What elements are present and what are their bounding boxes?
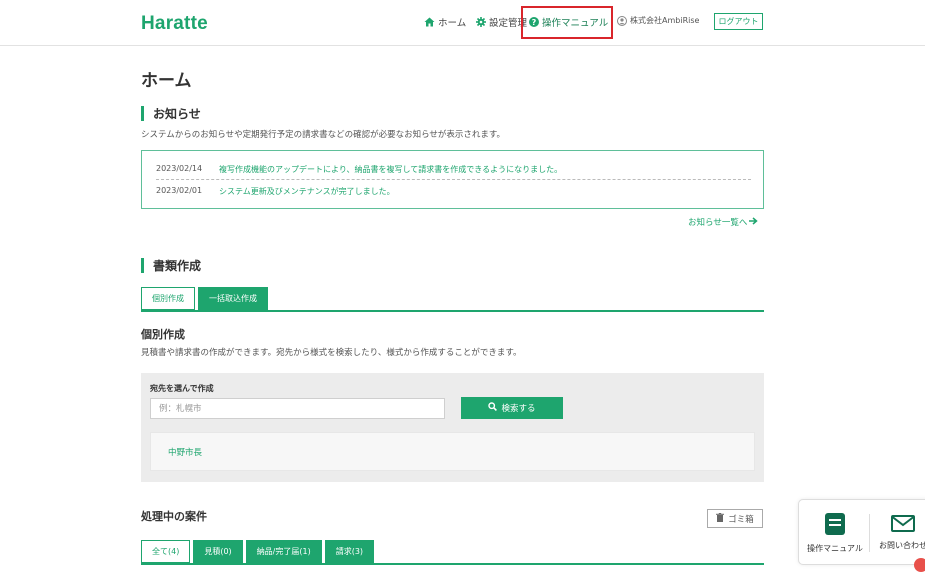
notice-divider: [156, 179, 751, 180]
heading-accent-bar: [141, 106, 144, 121]
search-icon: [488, 402, 498, 414]
widget-divider: [869, 514, 870, 552]
manual-book-icon: [825, 512, 845, 537]
notice-date: 2023/02/01: [156, 186, 203, 195]
search-label: 宛先を選んで作成: [150, 384, 214, 393]
document-heading: 書類作成: [141, 257, 201, 274]
notice-date: 2023/02/14: [156, 164, 203, 173]
case-tabs: 全て(4) 見積(0) 納品/完了届(1) 請求(3): [141, 540, 377, 563]
tab-estimate[interactable]: 見積(0): [193, 540, 243, 563]
search-panel: 宛先を選んで作成 検索する 中野市長: [141, 373, 764, 482]
search-results: 中野市長: [150, 432, 755, 471]
notice-item[interactable]: 2023/02/14 複写作成機能のアップデートにより、納品書を複写して請求書を…: [156, 164, 751, 175]
notice-item[interactable]: 2023/02/01 システム更新及びメンテナンスが完了しました。: [156, 186, 751, 197]
notice-text[interactable]: システム更新及びメンテナンスが完了しました。: [219, 186, 395, 197]
help-widget: 操作マニュアル お問い合わせ: [798, 499, 925, 565]
result-item[interactable]: 中野市長: [168, 446, 202, 458]
trash-icon: [716, 512, 725, 525]
nav-company: 株式会社AmbiRise: [617, 15, 699, 26]
page-title: ホーム: [141, 71, 192, 91]
search-button-label: 検索する: [501, 404, 536, 414]
tabs-underline: [141, 563, 764, 565]
search-input[interactable]: [150, 398, 445, 419]
logout-button[interactable]: ログアウト: [714, 13, 763, 30]
document-tabs: 個別作成 一括取込作成: [141, 287, 271, 310]
gear-icon: [476, 17, 486, 27]
notices-heading: お知らせ: [141, 105, 201, 122]
tab-invoice[interactable]: 請求(3): [324, 540, 375, 563]
user-icon: [617, 15, 627, 26]
arrow-right-icon: [749, 216, 758, 228]
widget-contact-label: お問い合わせ: [879, 541, 925, 550]
mail-icon: [891, 515, 915, 534]
trash-button-label: ゴミ箱: [728, 514, 754, 525]
notices-heading-label: お知らせ: [153, 107, 201, 121]
tab-delivery[interactable]: 納品/完了届(1): [245, 540, 322, 563]
notices-description: システムからのお知らせや定期発行予定の請求書などの確認が必要なお知らせが表示され…: [141, 130, 506, 140]
notices-more-label: お知らせ一覧へ: [688, 218, 748, 228]
tabs-underline: [141, 310, 764, 312]
top-header: Haratte ホーム 設定管理 ? 操作マニュアル 株式会社AmbiRise …: [0, 0, 925, 46]
notice-list: 2023/02/14 複写作成機能のアップデートにより、納品書を複写して請求書を…: [141, 150, 764, 209]
trash-button[interactable]: ゴミ箱: [707, 509, 763, 528]
widget-contact-button[interactable]: お問い合わせ: [871, 500, 925, 566]
manual-highlight-box: [521, 6, 613, 39]
notification-dot: [914, 558, 925, 572]
heading-accent-bar: [141, 258, 144, 273]
search-button[interactable]: 検索する: [461, 397, 563, 419]
widget-manual-label: 操作マニュアル: [807, 543, 863, 553]
nav-home-label: ホーム: [438, 18, 467, 29]
widget-manual-button[interactable]: 操作マニュアル: [803, 500, 867, 566]
nav-settings[interactable]: 設定管理: [476, 15, 527, 29]
app-logo[interactable]: Haratte: [141, 13, 208, 35]
tab-individual[interactable]: 個別作成: [141, 287, 195, 310]
tab-all[interactable]: 全て(4): [141, 540, 191, 563]
company-name: 株式会社AmbiRise: [630, 16, 700, 25]
individual-title: 個別作成: [141, 328, 185, 341]
cases-heading: 処理中の案件: [141, 510, 207, 523]
notice-text[interactable]: 複写作成機能のアップデートにより、納品書を複写して請求書を作成できるようになりま…: [219, 164, 562, 175]
notices-more-link[interactable]: お知らせ一覧へ: [688, 216, 758, 228]
document-heading-label: 書類作成: [153, 259, 202, 273]
home-icon: [424, 17, 435, 27]
individual-description: 見積書や請求書の作成ができます。宛先から様式を検索したり、様式から作成することが…: [141, 348, 522, 358]
nav-home[interactable]: ホーム: [424, 15, 466, 29]
tab-bulk-import[interactable]: 一括取込作成: [198, 287, 268, 310]
